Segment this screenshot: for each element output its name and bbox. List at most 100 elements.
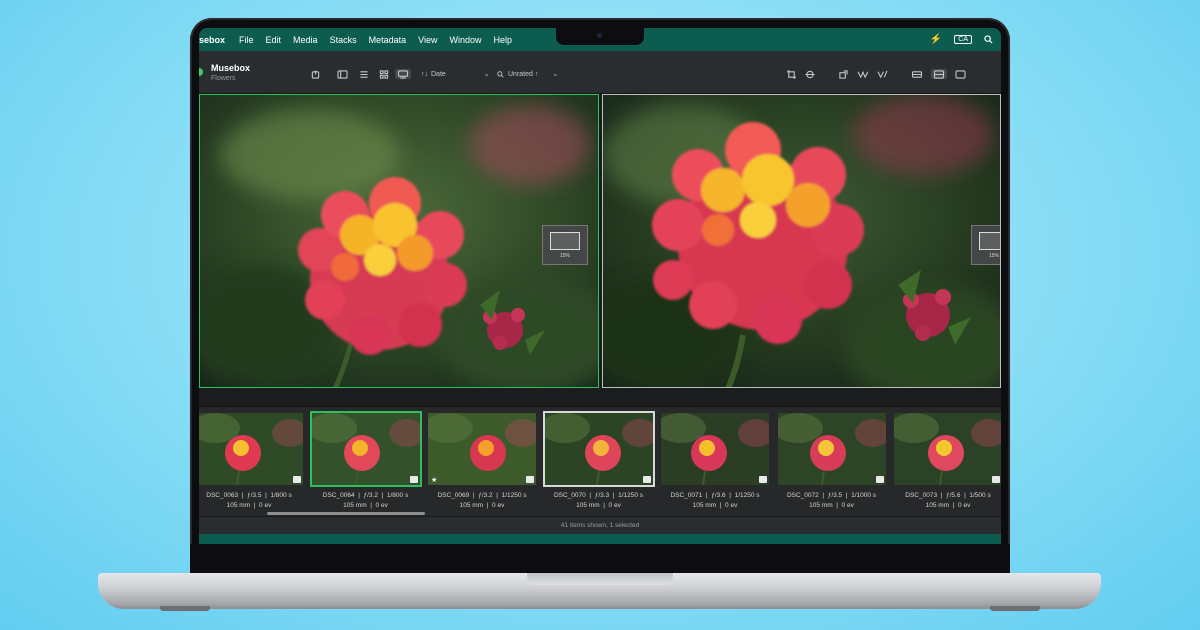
filmstrip-thumbnail[interactable] xyxy=(199,413,303,485)
aperture: ƒ/3.2 xyxy=(478,492,493,499)
list-view-icon[interactable] xyxy=(359,69,369,79)
toolbar: Musebox Flowers ↑↓ Date ⌄ Unrated ↑ ⌄ xyxy=(199,51,1001,94)
grid-view-icon[interactable] xyxy=(379,69,389,79)
menu-stacks[interactable]: Stacks xyxy=(330,35,357,45)
aperture: ƒ/5.6 xyxy=(946,492,961,499)
chevron-down-icon: ⌄ xyxy=(483,71,490,78)
filmstrip-scrollbar[interactable] xyxy=(267,512,425,515)
crop-icon[interactable] xyxy=(787,69,796,79)
menu-media[interactable]: Media xyxy=(293,35,318,45)
menu-edit[interactable]: Edit xyxy=(266,35,282,45)
filmstrip-thumbnail[interactable] xyxy=(777,413,886,485)
exposure-value: 0 ev xyxy=(841,502,854,509)
sort-dropdown[interactable]: ↑↓ Date ⌄ xyxy=(421,69,490,79)
adjust-icon[interactable] xyxy=(857,69,868,79)
viewer-mode-icon[interactable] xyxy=(395,69,411,79)
aperture: ƒ/3.3 xyxy=(594,492,610,499)
stack-icon xyxy=(409,476,418,483)
layout-compare-icon[interactable] xyxy=(931,69,947,79)
filmstrip-thumbnail[interactable] xyxy=(542,411,655,487)
sort-direction-icon: ↑↓ xyxy=(421,70,428,78)
filter-search[interactable]: Unrated ↑ ⌄ xyxy=(497,69,558,79)
file-name: DSC_0071 xyxy=(670,492,703,499)
thumbnail-caption: DSC_0069 | ƒ/3.2 | 1/1250 s 105 mm | 0 ev xyxy=(437,492,527,509)
thumbnail-image xyxy=(428,413,536,485)
stack-icon xyxy=(992,476,1000,483)
file-name: DSC_0073 xyxy=(905,492,938,499)
focal-length: 105 mm xyxy=(576,502,600,509)
exposure-value: 0 ev xyxy=(608,502,621,509)
thumbnail-image xyxy=(777,413,886,485)
thumbnail-caption: DSC_0071 | ƒ/3.6 | 1/1250 s 105 mm | 0 ev xyxy=(670,492,760,509)
navigator-viewport[interactable] xyxy=(979,231,1000,250)
bolt-icon[interactable]: ⚡ xyxy=(930,34,942,45)
focal-length: 105 mm xyxy=(343,502,367,509)
sidebar-layout-icon[interactable] xyxy=(337,69,348,79)
navigator-right[interactable]: 15% xyxy=(971,225,1000,265)
filmstrip-thumbnail[interactable] xyxy=(661,413,769,485)
export-icon[interactable] xyxy=(839,69,848,79)
exposure-value: 0 ev xyxy=(492,502,505,509)
stack-icon xyxy=(526,476,534,483)
exposure-value: 0 ev xyxy=(958,502,971,509)
shutter-speed: 1/1250 s xyxy=(734,492,760,499)
zoom-level-left: 15% xyxy=(559,252,570,259)
file-name: DSC_0069 xyxy=(437,492,470,499)
chevron-down-icon: ⌄ xyxy=(552,71,559,78)
aperture: ƒ/3.6 xyxy=(711,492,726,499)
navigator-left[interactable]: 15% xyxy=(542,225,588,265)
filter-label: Unrated ↑ xyxy=(508,70,539,78)
search-icon[interactable] xyxy=(984,35,993,44)
import-icon[interactable] xyxy=(311,69,320,79)
thumbnail-caption: DSC_0064 | ƒ/3.2 | 1/800 s 105 mm | 0 ev xyxy=(322,492,409,509)
file-name: DSC_0064 xyxy=(322,492,355,499)
compare-viewer: 15% 15% xyxy=(199,94,1001,412)
exposure-value: 0 ev xyxy=(725,502,738,509)
effects-icon[interactable] xyxy=(877,69,888,79)
shutter-speed: 1/1250 s xyxy=(501,492,527,499)
laptop-foot-right xyxy=(990,606,1040,611)
menu-view[interactable]: View xyxy=(418,35,437,45)
library-title: Musebox xyxy=(211,63,251,73)
layout-single-icon[interactable] xyxy=(911,69,923,79)
star-icon: ★ xyxy=(431,477,438,484)
exposure-value: 0 ev xyxy=(375,502,388,509)
layout-full-icon[interactable] xyxy=(955,69,966,79)
photo-left[interactable]: 15% xyxy=(199,94,599,388)
photo-right[interactable]: 15% xyxy=(602,94,1001,388)
laptop-foot-left xyxy=(160,606,210,611)
stack-icon xyxy=(875,476,884,483)
focal-length: 105 mm xyxy=(692,502,717,509)
thumbnail-caption: DSC_0070 | ƒ/3.3 | 1/1250 s 105 mm | 0 ev xyxy=(553,492,644,509)
rotate-icon[interactable] xyxy=(805,69,815,79)
filmstrip-thumbnail[interactable]: ★ xyxy=(428,413,536,485)
focal-length: 105 mm xyxy=(226,502,251,509)
filmstrip-thumbnail[interactable] xyxy=(309,411,422,487)
menu-window[interactable]: Window xyxy=(449,35,481,45)
sidebar-toggle-indicator[interactable] xyxy=(199,68,203,76)
shutter-speed: 1/500 s xyxy=(969,492,991,499)
flower-photo-right xyxy=(603,95,1000,387)
thumbnail-caption: DSC_0063 | ƒ/3.5 | 1/800 s 105 mm | 0 ev xyxy=(206,492,292,509)
aperture: ƒ/3.2 xyxy=(363,492,378,499)
menu-metadata[interactable]: Metadata xyxy=(369,35,407,45)
filmstrip: DSC_0063 | ƒ/3.5 | 1/800 s 105 mm | 0 ev D… xyxy=(199,406,1001,516)
laptop-opening-notch xyxy=(527,573,673,585)
focal-length: 105 mm xyxy=(925,502,950,509)
menu-file[interactable]: File xyxy=(239,35,254,45)
zoom-level-right: 15% xyxy=(988,252,999,259)
shutter-speed: 1/800 s xyxy=(270,492,292,499)
menu-help[interactable]: Help xyxy=(493,35,512,45)
app-menu[interactable]: sebox xyxy=(199,35,225,45)
screen: sebox File Edit Media Stacks Metadata Vi… xyxy=(199,28,1001,544)
thumbnail-caption: DSC_0073 | ƒ/5.6 | 1/500 s 105 mm | 0 ev xyxy=(905,492,991,509)
navigator-viewport[interactable] xyxy=(550,231,580,250)
input-source-badge[interactable]: CA xyxy=(954,35,972,44)
file-name: DSC_0063 xyxy=(206,492,239,499)
thumbnail-image xyxy=(894,413,1001,485)
thumbnail-image xyxy=(661,413,769,485)
filmstrip-thumbnail[interactable] xyxy=(894,413,1001,485)
aperture: ƒ/3.5 xyxy=(827,492,843,499)
library-subtitle: Flowers xyxy=(211,75,236,82)
search-icon xyxy=(497,70,504,78)
